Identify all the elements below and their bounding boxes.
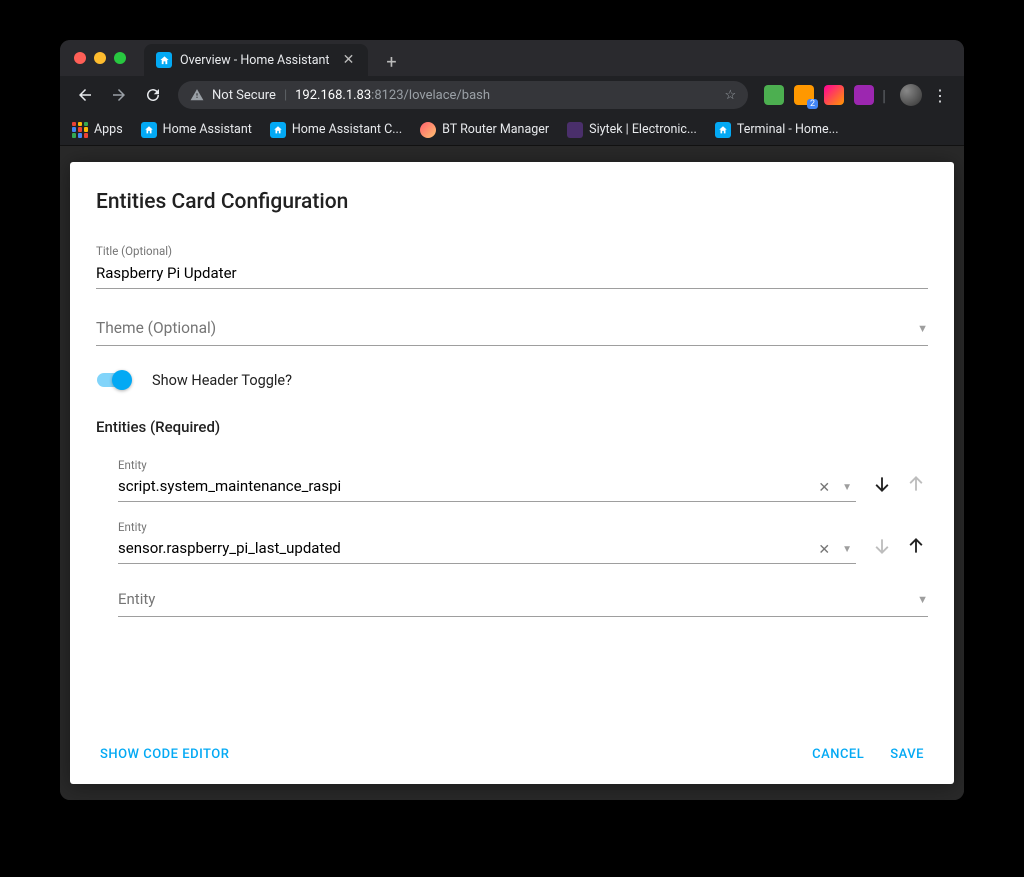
entity-input[interactable] — [118, 536, 810, 563]
extension-icon[interactable] — [764, 85, 784, 105]
entities-section-label: Entities (Required) — [96, 418, 928, 436]
chevron-down-icon: ▼ — [917, 593, 928, 606]
add-entity-field[interactable]: Entity ▼ — [118, 582, 928, 617]
entity-row: Entity ✕ ▼ — [118, 520, 928, 564]
title-input[interactable] — [96, 260, 928, 289]
forward-button[interactable] — [104, 80, 134, 110]
title-field: Title (Optional) — [96, 244, 928, 289]
not-secure-icon — [190, 88, 204, 102]
titlebar: Overview - Home Assistant ✕ + — [60, 40, 964, 76]
save-button[interactable]: Save — [886, 741, 928, 768]
clear-icon[interactable]: ✕ — [810, 480, 838, 496]
clear-icon[interactable]: ✕ — [810, 542, 838, 558]
bookmark-item[interactable]: Home Assistant C... — [270, 122, 402, 138]
theme-field[interactable]: Theme (Optional) ▼ — [96, 313, 928, 346]
bookmark-star-icon[interactable]: ☆ — [724, 88, 736, 103]
bookmark-item[interactable]: Home Assistant — [141, 122, 252, 138]
title-field-label: Title (Optional) — [96, 244, 928, 258]
theme-placeholder: Theme (Optional) — [96, 319, 216, 337]
browser-toolbar: Not Secure | 192.168.1.83:8123/lovelace/… — [60, 76, 964, 114]
viewport: Entities Card Configuration Title (Optio… — [60, 146, 964, 800]
profile-avatar[interactable] — [900, 84, 922, 106]
close-window-button[interactable] — [74, 52, 86, 64]
separator: | — [284, 88, 287, 103]
move-up-button[interactable] — [904, 534, 928, 558]
home-assistant-icon — [270, 122, 286, 138]
browser-menu-button[interactable]: ⋮ — [926, 81, 954, 109]
browser-tab[interactable]: Overview - Home Assistant ✕ — [144, 44, 368, 76]
bookmark-label: Home Assistant C... — [292, 122, 402, 137]
window-controls — [74, 52, 126, 64]
back-button[interactable] — [70, 80, 100, 110]
apps-button[interactable]: Apps — [72, 122, 123, 138]
apps-label: Apps — [94, 122, 123, 137]
bookmark-item[interactable]: Terminal - Home... — [715, 122, 839, 138]
rss-extension-icon[interactable]: 2 — [794, 85, 814, 105]
bookmark-item[interactable]: BT Router Manager — [420, 122, 549, 138]
move-down-button[interactable] — [870, 472, 894, 496]
dialog-footer: Show Code Editor Cancel Save — [96, 723, 928, 768]
chevron-down-icon[interactable]: ▼ — [838, 544, 856, 555]
tab-close-icon[interactable]: ✕ — [342, 53, 356, 67]
url-text: 192.168.1.83:8123/lovelace/bash — [295, 88, 490, 103]
header-toggle-row: Show Header Toggle? — [96, 370, 928, 390]
tab-favicon-icon — [156, 52, 172, 68]
bookmark-label: BT Router Manager — [442, 122, 549, 137]
chevron-down-icon: ▼ — [917, 322, 928, 335]
header-toggle-label: Show Header Toggle? — [152, 372, 292, 389]
dialog-title: Entities Card Configuration — [96, 190, 928, 214]
bookmark-label: Siytek | Electronic... — [589, 122, 697, 137]
minimize-window-button[interactable] — [94, 52, 106, 64]
entity-row: Entity ✕ ▼ — [118, 458, 928, 502]
bookmark-label: Terminal - Home... — [737, 122, 839, 137]
chevron-down-icon[interactable]: ▼ — [838, 482, 856, 493]
siytek-icon — [567, 122, 583, 138]
extension-icon[interactable] — [854, 85, 874, 105]
apps-grid-icon — [72, 122, 88, 138]
entity-field-label: Entity — [118, 458, 856, 472]
home-assistant-icon — [715, 122, 731, 138]
move-down-button — [870, 534, 894, 558]
rss-badge: 2 — [807, 99, 818, 109]
tabstrip: Overview - Home Assistant ✕ + — [144, 40, 406, 76]
reload-button[interactable] — [138, 80, 168, 110]
maximize-window-button[interactable] — [114, 52, 126, 64]
browser-window: Overview - Home Assistant ✕ + Not Secure… — [60, 40, 964, 800]
bookmark-label: Home Assistant — [163, 122, 252, 137]
entity-input[interactable] — [118, 474, 810, 501]
new-tab-button[interactable]: + — [378, 48, 406, 76]
header-toggle-switch[interactable] — [96, 370, 132, 390]
card-config-dialog: Entities Card Configuration Title (Optio… — [70, 162, 954, 784]
router-icon — [420, 122, 436, 138]
bookmark-item[interactable]: Siytek | Electronic... — [567, 122, 697, 138]
tab-title: Overview - Home Assistant — [180, 53, 330, 68]
address-bar[interactable]: Not Secure | 192.168.1.83:8123/lovelace/… — [178, 81, 748, 109]
show-code-editor-button[interactable]: Show Code Editor — [96, 741, 233, 768]
cancel-button[interactable]: Cancel — [808, 741, 868, 768]
move-up-button — [904, 472, 928, 496]
extension-icons: 2 — [764, 85, 874, 105]
extension-icon[interactable] — [824, 85, 844, 105]
bookmarks-bar: Apps Home Assistant Home Assistant C... … — [60, 114, 964, 146]
home-assistant-icon — [141, 122, 157, 138]
add-entity-placeholder: Entity — [118, 590, 155, 608]
not-secure-label: Not Secure — [212, 88, 276, 103]
entity-field-label: Entity — [118, 520, 856, 534]
